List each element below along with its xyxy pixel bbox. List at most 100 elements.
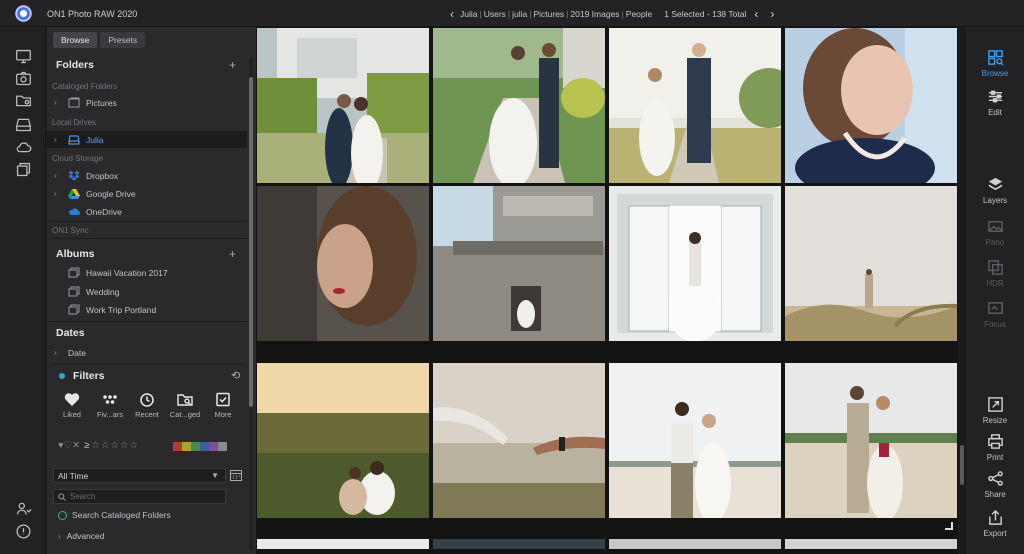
- people-icon[interactable]: [13, 499, 33, 517]
- rating-operator[interactable]: ≥: [84, 440, 89, 451]
- photo-thumbnail[interactable]: [609, 186, 781, 341]
- photo-thumbnail[interactable]: [433, 186, 605, 341]
- module-edit[interactable]: Edit: [966, 88, 1024, 117]
- help-icon[interactable]: [13, 522, 33, 540]
- search-cataloged-option[interactable]: Search Cataloged Folders: [58, 510, 171, 520]
- photo-thumbnail[interactable]: [785, 363, 957, 518]
- module-browse[interactable]: Browse: [966, 49, 1024, 78]
- like-filter-icons[interactable]: ♥♡✕: [58, 440, 80, 451]
- add-album-icon[interactable]: +: [229, 248, 236, 260]
- photo-thumbnail[interactable]: [433, 28, 605, 183]
- next-chevron-icon[interactable]: ›: [770, 8, 774, 20]
- folders-heading[interactable]: Folders: [56, 59, 94, 71]
- filters-active-dot: [59, 373, 65, 379]
- add-folder-icon[interactable]: +: [229, 59, 236, 71]
- album-row[interactable]: Work Trip Portland: [47, 301, 247, 318]
- tab-browse[interactable]: Browse: [53, 32, 98, 48]
- cloud-icon[interactable]: [13, 137, 33, 155]
- photo-thumbnail-partial[interactable]: [257, 539, 429, 549]
- expand-arrow-icon[interactable]: ›: [54, 135, 63, 144]
- dates-heading[interactable]: Dates: [56, 327, 85, 339]
- photo-thumbnail[interactable]: [433, 363, 605, 518]
- breadcrumb-item[interactable]: Users: [484, 9, 506, 19]
- filter-more-button[interactable]: More: [204, 392, 242, 422]
- module-share[interactable]: Share: [966, 470, 1024, 499]
- module-hdr[interactable]: HDR: [966, 259, 1024, 288]
- on1-sync-label: ON1 Sync: [52, 226, 89, 235]
- thumbnail-resize-handle-icon[interactable]: [945, 522, 953, 530]
- advanced-toggle[interactable]: › Advanced: [58, 531, 104, 541]
- breadcrumb-item[interactable]: Julia: [460, 9, 477, 19]
- albums-icon[interactable]: [13, 160, 33, 178]
- breadcrumb-item[interactable]: Pictures: [533, 9, 564, 19]
- camera-icon[interactable]: [13, 69, 33, 87]
- drive-row-julia[interactable]: › Julia: [47, 131, 247, 148]
- grid-scrollbar-thumb[interactable]: [960, 445, 964, 485]
- search-input[interactable]: [70, 492, 220, 501]
- color-swatch-red[interactable]: [173, 442, 182, 451]
- breadcrumb-item[interactable]: People: [626, 9, 652, 19]
- color-swatch-green[interactable]: [191, 442, 200, 451]
- folder-row[interactable]: › Pictures: [47, 94, 247, 111]
- expand-arrow-icon[interactable]: ›: [54, 98, 63, 107]
- filter-label: More: [214, 410, 232, 419]
- photo-thumbnail-partial[interactable]: [609, 539, 781, 549]
- color-swatch-purple[interactable]: [209, 442, 218, 451]
- photo-thumbnail[interactable]: [257, 363, 429, 518]
- breadcrumb-item[interactable]: julia: [512, 9, 527, 19]
- search-field[interactable]: [53, 489, 226, 504]
- color-swatch-gray[interactable]: [218, 442, 227, 451]
- panel-scrollbar-thumb[interactable]: [249, 77, 253, 407]
- photo-thumbnail[interactable]: [257, 28, 429, 183]
- google-drive-icon: [67, 188, 81, 200]
- albums-heading[interactable]: Albums: [56, 248, 95, 260]
- on1-logo-icon[interactable]: [15, 5, 32, 22]
- photo-thumbnail-partial[interactable]: [433, 539, 605, 549]
- cloud-row-onedrive[interactable]: OneDrive: [47, 203, 247, 220]
- prev-chevron-icon[interactable]: ‹: [754, 8, 758, 20]
- time-range-select[interactable]: All Time ▼: [53, 468, 226, 483]
- module-layers[interactable]: Layers: [966, 176, 1024, 205]
- color-swatch-blue[interactable]: [200, 442, 209, 451]
- date-row[interactable]: › Date: [47, 344, 247, 361]
- module-resize[interactable]: Resize: [966, 396, 1024, 425]
- cloud-row-dropbox[interactable]: › Dropbox: [47, 167, 247, 184]
- breadcrumb-item[interactable]: 2019 Images: [570, 9, 619, 19]
- color-swatch-yellow[interactable]: [182, 442, 191, 451]
- back-chevron-icon[interactable]: ‹: [450, 8, 454, 20]
- drive-icon[interactable]: [13, 115, 33, 133]
- album-row[interactable]: Wedding: [47, 283, 247, 300]
- photo-thumbnail[interactable]: [609, 28, 781, 183]
- photo-thumbnail-partial[interactable]: [785, 539, 957, 549]
- monitor-icon[interactable]: [13, 47, 33, 65]
- photo-thumbnail[interactable]: [785, 28, 957, 183]
- filter-recent-button[interactable]: Recent: [128, 392, 166, 422]
- expand-arrow-icon[interactable]: ›: [54, 348, 63, 357]
- filter-cataloged-button[interactable]: Cat...ged: [166, 392, 204, 422]
- calendar-icon[interactable]: [230, 469, 242, 481]
- grid-scrollbar[interactable]: [958, 27, 966, 554]
- module-pano[interactable]: Pano: [966, 218, 1024, 247]
- filter-five-stars-button[interactable]: Fiv...ars: [91, 392, 129, 422]
- module-focus[interactable]: Focus: [966, 300, 1024, 329]
- bride-doorway-photo: [609, 186, 781, 341]
- module-print[interactable]: Print: [966, 433, 1024, 462]
- expand-arrow-icon[interactable]: ›: [54, 189, 63, 198]
- photo-thumbnail[interactable]: [609, 363, 781, 518]
- cloud-row-google-drive[interactable]: › Google Drive: [47, 185, 247, 202]
- photo-thumbnail[interactable]: [257, 186, 429, 341]
- album-row[interactable]: Hawaii Vacation 2017: [47, 264, 247, 281]
- reset-filters-icon[interactable]: ⟲: [231, 369, 240, 382]
- hard-drive-icon: [67, 134, 81, 146]
- woman-profile-moody-photo: [257, 186, 429, 341]
- folders-icon[interactable]: [13, 91, 33, 109]
- star-rating-icons[interactable]: ☆☆☆☆☆: [91, 440, 139, 451]
- panel-scrollbar[interactable]: [249, 57, 253, 551]
- time-range-value: All Time: [58, 470, 89, 481]
- tab-presets[interactable]: Presets: [100, 32, 146, 48]
- filter-liked-button[interactable]: Liked: [53, 392, 91, 422]
- filters-heading[interactable]: Filters: [73, 370, 105, 382]
- photo-thumbnail[interactable]: [785, 186, 957, 341]
- expand-arrow-icon[interactable]: ›: [54, 171, 63, 180]
- module-export[interactable]: Export: [966, 509, 1024, 538]
